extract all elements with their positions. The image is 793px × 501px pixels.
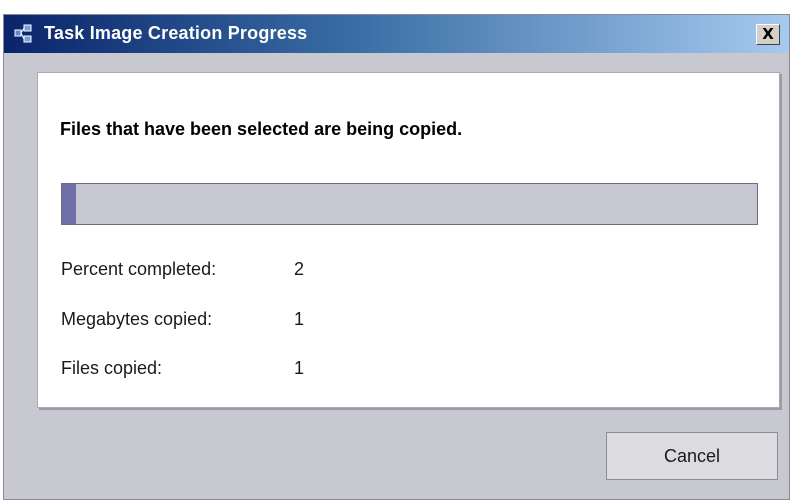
app-network-icon [14,24,32,43]
files-copied-label: Files copied: [61,358,163,378]
window-title: Task Image Creation Progress [44,23,308,43]
title-bar[interactable]: Task Image Creation Progress X [4,15,789,53]
megabytes-copied-value: 1 [294,309,305,329]
percent-completed-label: Percent completed: [61,259,217,279]
files-copied-value: 1 [294,358,305,378]
progress-bar [61,183,758,225]
status-heading: Files that have been selected are being … [60,119,463,139]
content-panel: Files that have been selected are being … [37,72,780,408]
close-button[interactable]: X [756,24,780,45]
progress-bar-fill [62,184,76,224]
close-icon: X [762,25,774,43]
cancel-button[interactable]: Cancel [606,432,778,480]
megabytes-copied-label: Megabytes copied: [61,309,213,329]
percent-completed-value: 2 [294,259,305,279]
progress-dialog: Task Image Creation Progress X Files tha… [3,14,790,500]
